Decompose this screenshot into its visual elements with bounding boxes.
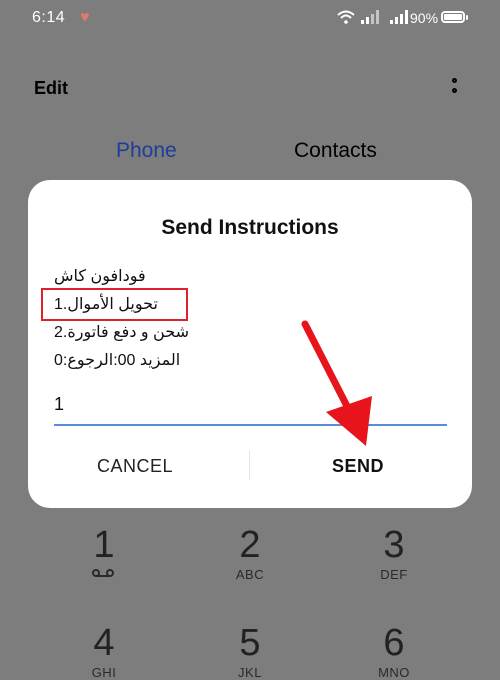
- dialpad-key-1[interactable]: 1: [59, 525, 149, 582]
- health-app-icon: ♥: [80, 9, 90, 26]
- dialpad-digit: 1: [93, 524, 115, 566]
- battery-icon: [441, 11, 468, 23]
- tab-contacts[interactable]: Contacts: [294, 139, 377, 163]
- dialpad-digit: 6: [383, 622, 405, 664]
- highlight-box: [41, 288, 188, 321]
- edit-button[interactable]: Edit: [34, 78, 68, 99]
- dialpad-letters: DEF: [380, 567, 408, 582]
- wifi-icon: [337, 10, 355, 24]
- send-button[interactable]: SEND: [332, 456, 384, 477]
- signal-icon-sim1: [361, 10, 379, 24]
- dialpad-letters: GHI: [91, 665, 117, 680]
- signal-icon-sim2: [390, 10, 408, 24]
- dialpad-letters: MNO: [378, 665, 410, 680]
- cancel-button[interactable]: CANCEL: [97, 456, 173, 477]
- dialpad-key-3[interactable]: 3 DEF: [349, 525, 439, 582]
- message-line: المزيد 00:الرجوع:0: [54, 352, 181, 369]
- more-vertical-icon[interactable]: [446, 76, 464, 100]
- dialpad-key-2[interactable]: 2 ABC: [205, 525, 295, 582]
- dialpad-key-5[interactable]: 5 JKL: [205, 623, 295, 680]
- dialpad-digit: 2: [239, 524, 261, 566]
- dialpad-digit: 4: [93, 622, 115, 664]
- dialpad-key-4[interactable]: 4 GHI: [59, 623, 149, 680]
- dialpad-key-6[interactable]: 6 MNO: [349, 623, 439, 680]
- message-line: فودافون كاش: [54, 268, 146, 285]
- battery-percentage: 90%: [410, 10, 439, 26]
- input-underline: [54, 424, 447, 426]
- dialpad-digit: 5: [239, 622, 261, 664]
- dialog-title: Send Instructions: [161, 216, 339, 239]
- button-divider: [249, 450, 250, 480]
- message-line: شحن و دفع فاتورة.2: [54, 324, 189, 341]
- dialpad-letters: JKL: [238, 665, 262, 680]
- status-bar: 6:14 ♥ 90%: [0, 0, 500, 38]
- tab-phone[interactable]: Phone: [116, 139, 177, 163]
- status-time: 6:14: [32, 9, 66, 26]
- ussd-dialog: Send Instructions فودافون كاش تحويل الأم…: [28, 180, 472, 508]
- dialpad-digit: 3: [383, 524, 405, 566]
- dialpad-letters: ABC: [235, 567, 265, 582]
- voicemail-icon: [91, 567, 117, 579]
- reply-input[interactable]: 1: [54, 394, 64, 415]
